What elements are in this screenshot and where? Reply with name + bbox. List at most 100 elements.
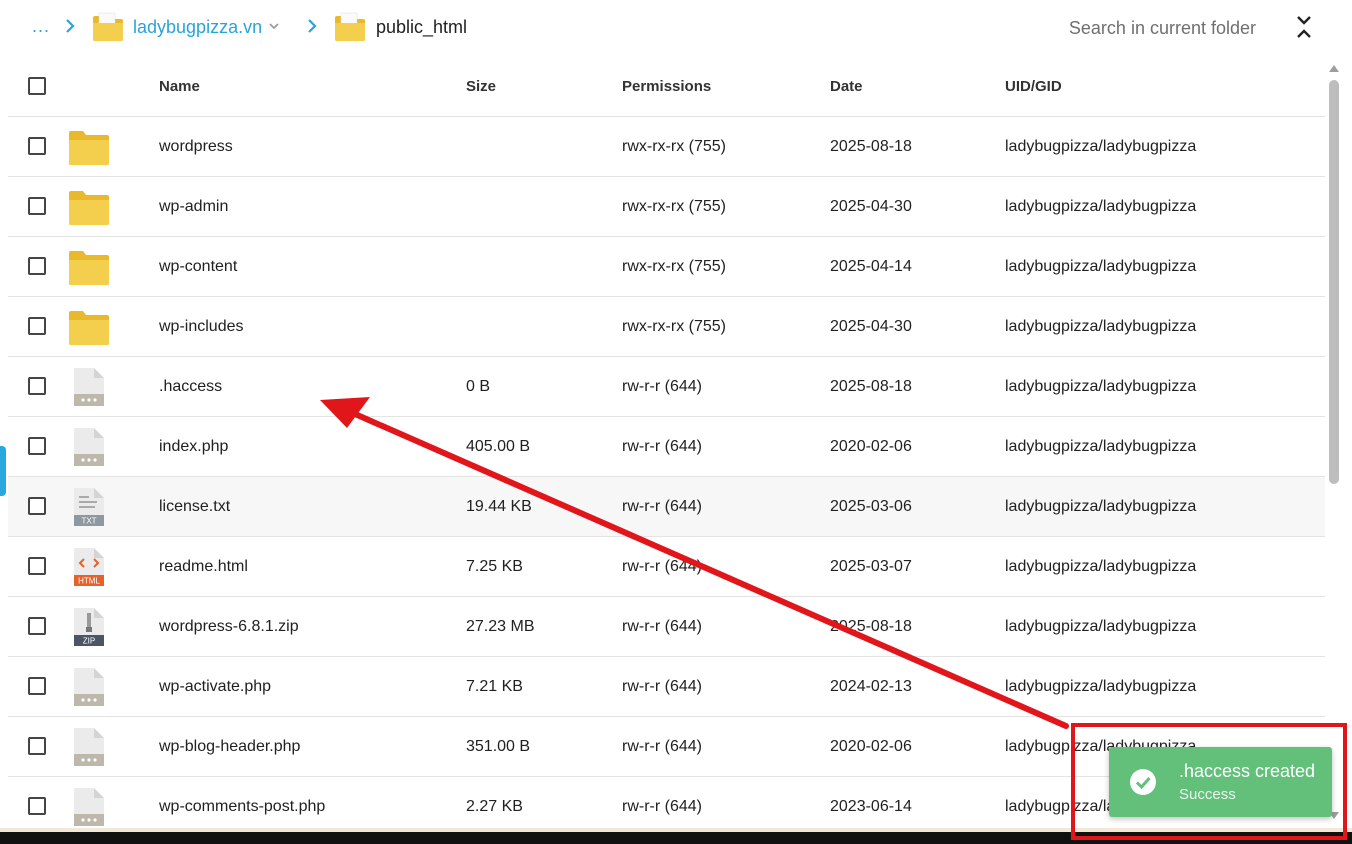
table-row[interactable]: .haccess 0 B rw-r-r (644) 2025-08-18 ladybug… (8, 357, 1325, 417)
file-permissions[interactable]: rw-r-r (644) (622, 438, 702, 456)
file-date: 2025-04-30 (830, 318, 912, 335)
chevron-down-icon[interactable] (269, 22, 279, 30)
row-checkbox[interactable] (28, 197, 46, 215)
file-uid-gid: ladybugpizza/ladybugpizza (1005, 618, 1197, 635)
file-table: Name Size Permissions Date UID/GID wordp… (8, 56, 1325, 837)
row-checkbox[interactable] (28, 497, 46, 515)
annotation-highlight-box (1071, 723, 1347, 840)
column-size[interactable]: Size (466, 78, 496, 95)
select-all-checkbox[interactable] (28, 77, 46, 95)
folder-icon (335, 12, 365, 41)
file-name[interactable]: .haccess (159, 378, 222, 396)
side-panel-handle[interactable] (0, 446, 6, 496)
file-date: 2024-02-13 (830, 678, 912, 695)
file-uid-gid: ladybugpizza/ladybugpizza (1005, 198, 1197, 215)
generic-file-icon (74, 788, 104, 826)
file-name[interactable]: wp-activate.php (159, 678, 271, 696)
table-row[interactable]: wp-admin rwx-rx-rx (755) 2025-04-30 ladybug… (8, 177, 1325, 237)
row-checkbox[interactable] (28, 557, 46, 575)
table-header: Name Size Permissions Date UID/GID (8, 56, 1325, 117)
column-date[interactable]: Date (830, 78, 863, 95)
table-row[interactable]: HTML readme.html 7.25 KB rw-r-r (644) 2025-0… (8, 537, 1325, 597)
file-date: 2025-04-30 (830, 198, 912, 215)
table-row[interactable]: wp-content rwx-rx-rx (755) 2025-04-14 ladyb… (8, 237, 1325, 297)
file-name[interactable]: index.php (159, 438, 228, 456)
file-uid-gid: ladybugpizza/ladybugpizza (1005, 378, 1197, 395)
folder-icon (69, 311, 109, 345)
table-row[interactable]: index.php 405.00 B rw-r-r (644) 2020-02-06 l… (8, 417, 1325, 477)
file-date: 2020-02-06 (830, 438, 912, 455)
file-permissions[interactable]: rw-r-r (644) (622, 618, 702, 636)
file-name[interactable]: wp-blog-header.php (159, 738, 300, 756)
file-size: 351.00 B (466, 738, 531, 755)
file-name[interactable]: wordpress-6.8.1.zip (159, 618, 299, 636)
file-permissions[interactable]: rw-r-r (644) (622, 378, 702, 396)
table-row[interactable]: wp-includes rwx-rx-rx (755) 2025-04-30 lady… (8, 297, 1325, 357)
table-row[interactable]: wordpress rwx-rx-rx (755) 2025-08-18 ladybu… (8, 117, 1325, 177)
table-row[interactable]: TXT license.txt 19.44 KB rw-r-r (644) 2025-0… (8, 477, 1325, 537)
file-type-badge: HTML (78, 577, 100, 586)
file-permissions[interactable]: rwx-rx-rx (755) (622, 258, 726, 276)
breadcrumb-domain[interactable]: ladybugpizza.vn (133, 17, 262, 38)
table-row[interactable]: wp-activate.php 7.21 KB rw-r-r (644) 2024-0… (8, 657, 1325, 717)
file-name[interactable]: wp-includes (159, 318, 243, 336)
column-permissions[interactable]: Permissions (622, 78, 711, 95)
row-checkbox[interactable] (28, 797, 46, 815)
row-checkbox[interactable] (28, 737, 46, 755)
file-name[interactable]: wp-admin (159, 198, 228, 216)
file-permissions[interactable]: rw-r-r (644) (622, 738, 702, 756)
generic-file-icon (74, 368, 104, 406)
row-checkbox[interactable] (28, 617, 46, 635)
file-permissions[interactable]: rwx-rx-rx (755) (622, 198, 726, 216)
scroll-up-arrow-icon[interactable] (1329, 64, 1339, 72)
file-size: 405.00 B (466, 438, 531, 455)
column-name[interactable]: Name (159, 78, 200, 95)
generic-file-icon (74, 728, 104, 766)
table-row[interactable]: ZIP wordpress-6.8.1.zip 27.23 MB rw-r-r (64… (8, 597, 1325, 657)
generic-file-icon (74, 428, 104, 466)
file-size: 0 B (466, 378, 491, 395)
scrollbar-thumb[interactable] (1329, 80, 1339, 484)
column-uid-gid[interactable]: UID/GID (1005, 78, 1062, 95)
file-date: 2025-03-06 (830, 498, 912, 515)
file-size: 19.44 KB (466, 498, 532, 515)
file-date: 2025-08-18 (830, 618, 912, 635)
file-size: 7.21 KB (466, 678, 523, 695)
file-date: 2025-08-18 (830, 378, 912, 395)
file-permissions[interactable]: rwx-rx-rx (755) (622, 318, 726, 336)
file-name[interactable]: wp-comments-post.php (159, 798, 325, 816)
row-checkbox[interactable] (28, 317, 46, 335)
zip-file-icon: ZIP (74, 608, 104, 646)
row-checkbox[interactable] (28, 377, 46, 395)
row-checkbox[interactable] (28, 437, 46, 455)
folder-icon (69, 191, 109, 225)
folder-icon (69, 251, 109, 285)
row-checkbox[interactable] (28, 137, 46, 155)
collapse-icon[interactable] (1293, 14, 1315, 40)
row-checkbox[interactable] (28, 257, 46, 275)
row-checkbox[interactable] (28, 677, 46, 695)
chevron-right-icon (308, 19, 317, 33)
file-uid-gid: ladybugpizza/ladybugpizza (1005, 498, 1197, 515)
txt-file-icon: TXT (74, 488, 104, 526)
breadcrumb-ellipsis[interactable]: ... (32, 16, 50, 37)
file-name[interactable]: readme.html (159, 558, 248, 576)
html-file-icon: HTML (74, 548, 104, 586)
folder-icon (69, 131, 109, 165)
generic-file-icon (74, 668, 104, 706)
file-uid-gid: ladybugpizza/ladybugpizza (1005, 318, 1197, 335)
file-permissions[interactable]: rw-r-r (644) (622, 558, 702, 576)
file-permissions[interactable]: rw-r-r (644) (622, 798, 702, 816)
folder-icon (93, 12, 123, 41)
file-name[interactable]: wp-content (159, 258, 237, 276)
file-name[interactable]: license.txt (159, 498, 230, 516)
file-uid-gid: ladybugpizza/ladybugpizza (1005, 678, 1197, 695)
file-name[interactable]: wordpress (159, 138, 233, 156)
file-uid-gid: ladybugpizza/ladybugpizza (1005, 438, 1197, 455)
file-permissions[interactable]: rw-r-r (644) (622, 678, 702, 696)
search-input[interactable] (1000, 12, 1262, 44)
breadcrumb-current: public_html (376, 17, 468, 37)
file-size: 2.27 KB (466, 798, 523, 815)
file-permissions[interactable]: rwx-rx-rx (755) (622, 138, 726, 156)
file-permissions[interactable]: rw-r-r (644) (622, 498, 702, 516)
